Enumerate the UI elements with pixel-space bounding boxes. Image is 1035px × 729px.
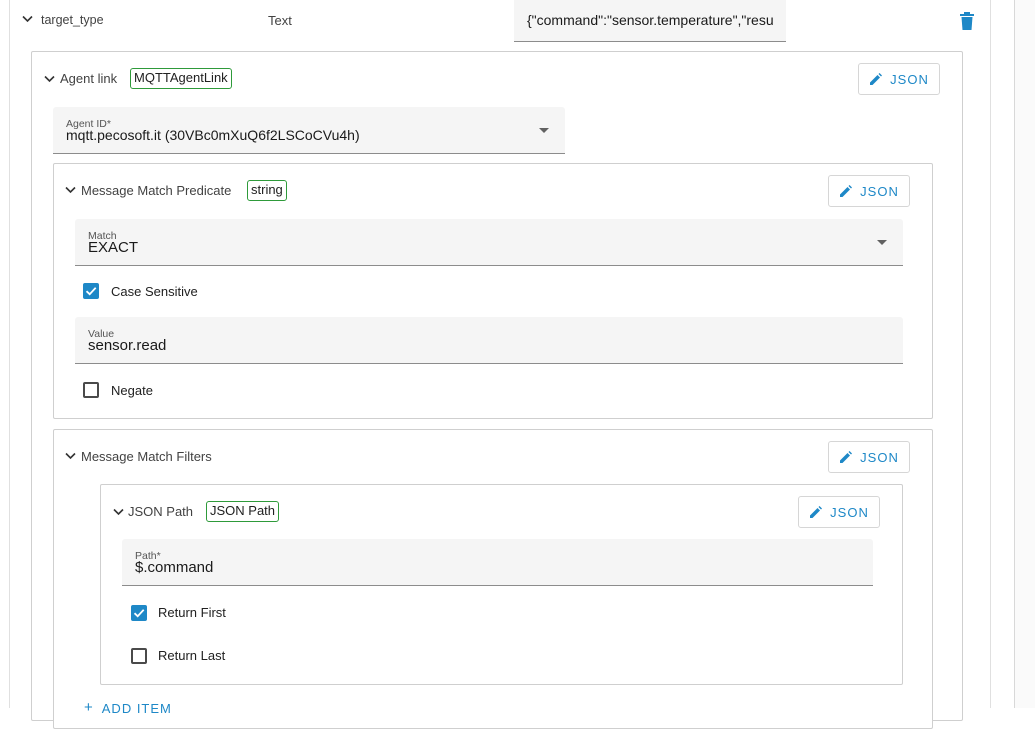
json-path-type-badge: JSON Path: [206, 501, 280, 522]
chevron-down-icon[interactable]: [113, 508, 124, 516]
return-last-label: Return Last: [158, 648, 226, 663]
edit-icon: [869, 72, 883, 86]
predicate-type-badge: string: [247, 180, 287, 201]
json-button-label: JSON: [860, 183, 899, 199]
dropdown-arrow-icon: [877, 240, 887, 245]
outer-border-left: [9, 0, 10, 708]
chevron-down-icon[interactable]: [22, 15, 33, 23]
json-button-label: JSON: [830, 504, 869, 520]
path-input[interactable]: Path* $.command: [122, 539, 873, 586]
filters-json-button[interactable]: JSON: [828, 441, 910, 473]
negate-checkbox[interactable]: [83, 382, 99, 398]
agent-id-select[interactable]: Agent ID* mqtt.pecosoft.it (30VBc0mXuQ6f…: [53, 107, 565, 154]
case-sensitive-checkbox[interactable]: [83, 283, 99, 299]
return-first-checkbox[interactable]: [131, 605, 147, 621]
value-value: sensor.read: [88, 337, 167, 354]
predicate-json-button[interactable]: JSON: [828, 175, 910, 207]
negate-label: Negate: [111, 383, 153, 398]
json-path-json-button[interactable]: JSON: [798, 496, 880, 528]
attribute-value-field[interactable]: {"command":"sensor.temperature","resu: [514, 0, 786, 42]
attribute-value: {"command":"sensor.temperature","resu: [527, 12, 774, 28]
chevron-down-icon[interactable]: [65, 186, 76, 194]
agent-link-label: Agent link: [60, 71, 118, 86]
chevron-down-icon[interactable]: [44, 75, 55, 83]
dropdown-arrow-icon: [539, 128, 549, 133]
edit-icon: [809, 505, 823, 519]
match-value: EXACT: [88, 239, 139, 256]
predicate-label: Message Match Predicate: [81, 183, 232, 198]
return-first-label: Return First: [158, 605, 226, 620]
case-sensitive-label: Case Sensitive: [111, 284, 198, 299]
edit-icon: [839, 450, 853, 464]
filters-label: Message Match Filters: [81, 449, 212, 464]
path-value: $.command: [135, 559, 214, 576]
return-last-checkbox[interactable]: [131, 648, 147, 664]
add-item-label: ADD ITEM: [101, 700, 172, 716]
plus-icon: +: [84, 699, 94, 716]
json-path-label: JSON Path: [128, 504, 194, 519]
add-item-button[interactable]: + ADD ITEM: [84, 699, 172, 716]
json-button-label: JSON: [860, 449, 899, 465]
delete-icon[interactable]: [960, 12, 974, 35]
match-select[interactable]: Match EXACT: [75, 219, 903, 266]
agent-id-value: mqtt.pecosoft.it (30VBc0mXuQ6f2LSCoCVu4h…: [66, 127, 360, 143]
outer-border-right: [990, 0, 991, 708]
json-button-label: JSON: [890, 71, 929, 87]
attribute-name: target_type: [41, 13, 104, 27]
edit-icon: [839, 184, 853, 198]
agent-link-json-button[interactable]: JSON: [858, 63, 940, 95]
value-input[interactable]: Value sensor.read: [75, 317, 903, 364]
chevron-down-icon[interactable]: [65, 452, 76, 460]
agent-link-type-badge: MQTTAgentLink: [130, 68, 232, 89]
attribute-type: Text: [268, 13, 292, 28]
scrollbar-track[interactable]: [1015, 0, 1035, 708]
